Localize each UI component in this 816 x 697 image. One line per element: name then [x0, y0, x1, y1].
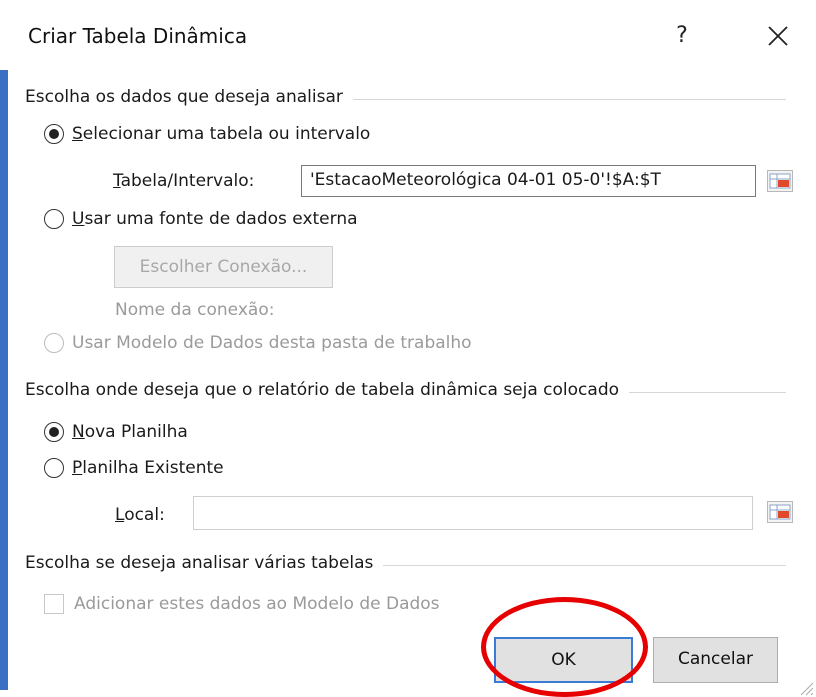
option-select-table-label: Selecionar uma tabela ou intervalo: [72, 124, 371, 144]
add-to-data-model-label: Adicionar estes dados ao Modelo de Dados: [74, 594, 440, 614]
dialog-title: Criar Tabela Dinâmica: [28, 24, 248, 48]
range-label: Tabela/Intervalo:: [113, 171, 255, 191]
range-input[interactable]: 'EstacaoMeteorológica 04-01 05-0'!$A:$T: [301, 165, 756, 197]
connection-name-label: Nome da conexão:: [115, 300, 275, 320]
destination-group-title: Escolha onde deseja que o relatório de t…: [25, 380, 630, 400]
cancel-button[interactable]: Cancelar: [653, 637, 778, 683]
option-select-table[interactable]: Selecionar uma tabela ou intervalo: [44, 124, 370, 144]
radio-button[interactable]: [44, 209, 64, 229]
option-external-source-label: Usar uma fonte de dados externa: [72, 209, 358, 229]
radio-button[interactable]: [44, 458, 64, 478]
choose-connection-button[interactable]: Escolher Conexão...: [114, 246, 333, 288]
radio-button-disabled[interactable]: [44, 333, 64, 353]
location-input[interactable]: [193, 496, 753, 530]
radio-button-selected[interactable]: [44, 124, 64, 144]
location-collapse-button[interactable]: [767, 501, 793, 523]
option-existing-sheet-label: Planilha Existente: [72, 458, 224, 478]
option-data-model-label: Usar Modelo de Dados desta pasta de trab…: [72, 333, 472, 353]
resize-grip-icon[interactable]: [798, 680, 814, 696]
ok-button[interactable]: OK: [494, 637, 633, 683]
range-selector-icon: [769, 173, 791, 189]
multiple-tables-group-title: Escolha se deseja analisar várias tabela…: [25, 553, 384, 573]
source-group-title: Escolha os dados que deseja analisar: [25, 87, 353, 107]
window-frame-edge: [0, 70, 8, 690]
range-selector-icon: [769, 504, 791, 520]
range-collapse-button[interactable]: [767, 170, 793, 192]
add-to-data-model-option[interactable]: Adicionar estes dados ao Modelo de Dados: [44, 594, 440, 614]
add-to-data-model-checkbox[interactable]: [44, 594, 64, 614]
close-button[interactable]: [756, 16, 800, 56]
option-external-source[interactable]: Usar uma fonte de dados externa: [44, 209, 358, 229]
option-new-sheet[interactable]: Nova Planilha: [44, 422, 188, 442]
option-new-sheet-label: Nova Planilha: [72, 422, 188, 442]
location-label: Local:: [115, 505, 165, 525]
close-icon: [768, 26, 788, 46]
option-data-model[interactable]: Usar Modelo de Dados desta pasta de trab…: [44, 333, 472, 353]
help-button[interactable]: ?: [664, 18, 700, 54]
option-existing-sheet[interactable]: Planilha Existente: [44, 458, 224, 478]
radio-button-selected[interactable]: [44, 422, 64, 442]
